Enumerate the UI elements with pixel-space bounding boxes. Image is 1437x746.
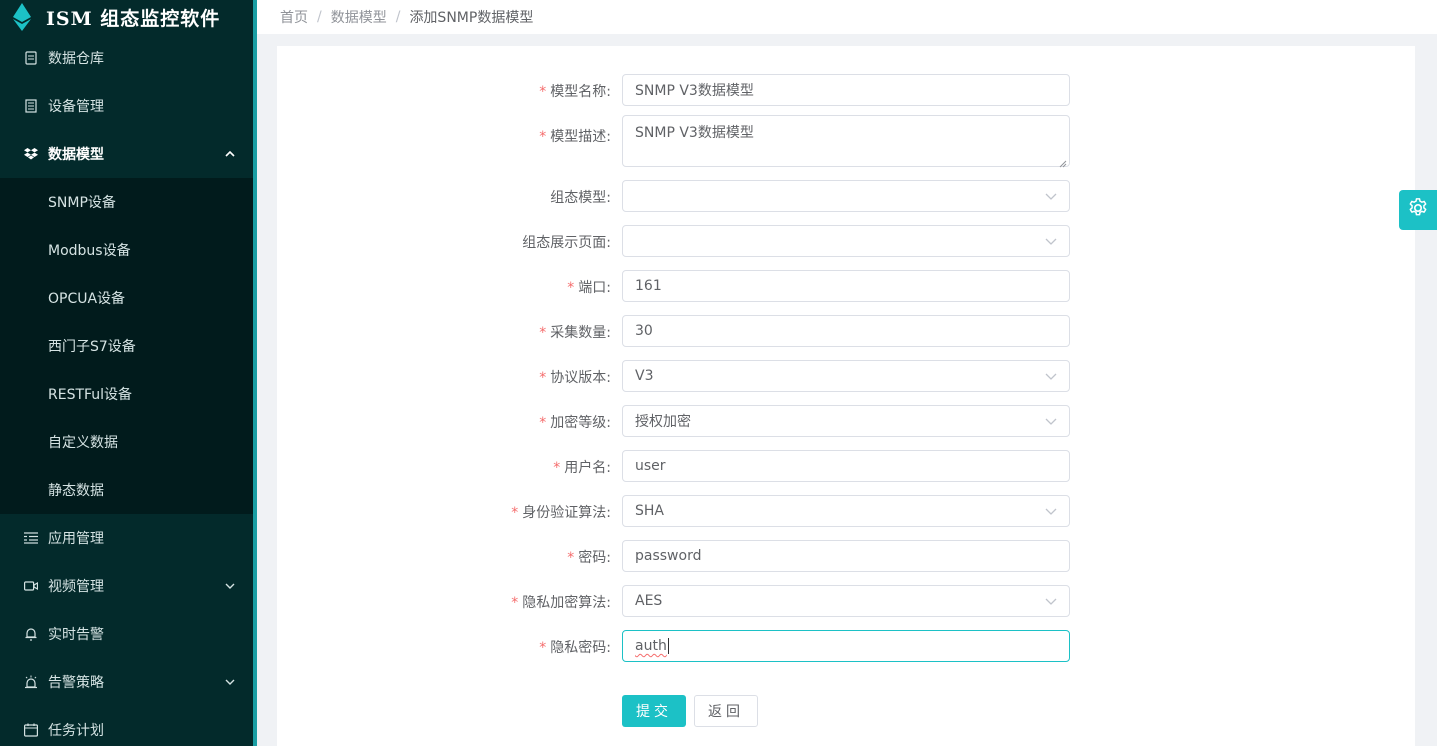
submenu-data-model: SNMP设备 Modbus设备 OPCUA设备 西门子S7设备 RESTFul设… (0, 178, 253, 514)
database-icon (24, 51, 38, 65)
sidebar-item-label: 告警策略 (48, 675, 104, 691)
sidebar-item-label: 数据模型 (48, 147, 104, 163)
label-collect-count: * 采集数量: (539, 325, 611, 341)
privacy-password-input[interactable]: auth (622, 630, 1070, 662)
sidebar-item-video-management[interactable]: 视频管理 (0, 562, 253, 610)
sidebar: ISM 组态监控软件 数据仓库 设备管理 数据模型 SNMP设备 Modbus设… (0, 0, 253, 746)
breadcrumb-separator: / (317, 9, 322, 25)
label-config-page: 组态展示页面: (522, 235, 611, 251)
sidebar-item-data-warehouse[interactable]: 数据仓库 (0, 34, 253, 82)
sidebar-item-label: 实时告警 (48, 627, 104, 643)
sidebar-item-device-management[interactable]: 设备管理 (0, 82, 253, 130)
label-config-model: 组态模型: (550, 190, 611, 206)
config-page-select[interactable] (622, 225, 1070, 257)
config-model-select[interactable] (622, 180, 1070, 212)
security-level-select[interactable]: 授权加密 (622, 405, 1070, 437)
privacy-algorithm-select[interactable]: AES (622, 585, 1070, 617)
dropbox-icon (24, 147, 38, 161)
label-privacy-password: * 隐私密码: (539, 640, 611, 656)
chevron-up-icon (225, 149, 235, 159)
sidebar-item-siemens-s7[interactable]: 西门子S7设备 (0, 322, 253, 370)
app-logo[interactable]: ISM 组态监控软件 (0, 0, 253, 34)
breadcrumb-current: 添加SNMP数据模型 (409, 10, 534, 26)
sidebar-item-label: 应用管理 (48, 531, 104, 547)
sidebar-item-static-data[interactable]: 静态数据 (0, 466, 253, 514)
breadcrumb-home[interactable]: 首页 (280, 7, 308, 27)
chevron-down-icon (225, 581, 235, 591)
list-icon (24, 531, 38, 545)
sidebar-item-opcua[interactable]: OPCUA设备 (0, 274, 253, 322)
sidebar-item-app-management[interactable]: 应用管理 (0, 514, 253, 562)
label-port: * 端口: (567, 280, 611, 296)
chevron-down-icon (1045, 190, 1057, 202)
breadcrumb-separator: / (395, 9, 401, 25)
text-caret (667, 638, 669, 654)
sidebar-item-label: 视频管理 (48, 579, 104, 595)
calendar-icon (24, 723, 38, 737)
label-password: * 密码: (567, 550, 611, 566)
auth-algorithm-select[interactable]: SHA (622, 495, 1070, 527)
video-icon (24, 579, 38, 593)
sidebar-item-label: 任务计划 (48, 723, 104, 739)
label-privacy-algorithm: * 隐私加密算法: (511, 595, 611, 611)
sidebar-item-modbus[interactable]: Modbus设备 (0, 226, 253, 274)
collect-count-input[interactable]: 30 (622, 315, 1070, 347)
label-model-name: * 模型名称: (539, 84, 611, 100)
sidebar-divider (253, 0, 257, 746)
sidebar-item-snmp[interactable]: SNMP设备 (0, 178, 253, 226)
port-input[interactable]: 161 (622, 270, 1070, 302)
protocol-version-select[interactable]: V3 (622, 360, 1070, 392)
chevron-down-icon (1045, 370, 1057, 382)
submit-button[interactable]: 提交 (622, 695, 686, 727)
username-input[interactable]: user (622, 450, 1070, 482)
alarm-icon (24, 675, 38, 689)
ethereum-logo-icon (12, 2, 32, 32)
breadcrumb: 首页 / 数据模型 / 添加SNMP数据模型 (257, 0, 1437, 34)
chevron-down-icon (1045, 235, 1057, 247)
label-model-desc: * 模型描述: (539, 129, 611, 145)
sidebar-item-realtime-alarm[interactable]: 实时告警 (0, 610, 253, 658)
sidebar-item-task-plan[interactable]: 任务计划 (0, 706, 253, 746)
resize-grip-icon[interactable] (1059, 156, 1067, 168)
gear-icon (1407, 197, 1429, 223)
app-title: ISM 组态监控软件 (46, 7, 221, 30)
device-icon (24, 99, 38, 113)
label-auth-algorithm: * 身份验证算法: (511, 505, 611, 521)
settings-button[interactable] (1399, 190, 1437, 230)
label-protocol-version: * 协议版本: (539, 370, 611, 386)
bell-icon (24, 627, 38, 641)
sidebar-item-custom-data[interactable]: 自定义数据 (0, 418, 253, 466)
form-card: * 模型名称: SNMP V3数据模型 * 模型描述: SNMP V3数据模型 组态… (277, 46, 1415, 746)
model-name-input[interactable]: SNMP V3数据模型 (622, 74, 1070, 106)
chevron-down-icon (225, 677, 235, 687)
chevron-down-icon (1045, 595, 1057, 607)
chevron-down-icon (1045, 505, 1057, 517)
back-button[interactable]: 返回 (694, 695, 758, 727)
sidebar-item-alarm-policy[interactable]: 告警策略 (0, 658, 253, 706)
sidebar-item-label: 数据仓库 (48, 51, 104, 67)
password-input[interactable]: password (622, 540, 1070, 572)
model-desc-textarea[interactable]: SNMP V3数据模型 (622, 115, 1070, 168)
label-security-level: * 加密等级: (539, 415, 611, 431)
chevron-down-icon (1045, 415, 1057, 427)
sidebar-item-data-model[interactable]: 数据模型 (0, 130, 253, 178)
sidebar-item-label: 设备管理 (48, 99, 104, 115)
label-username: * 用户名: (553, 460, 611, 476)
sidebar-item-restful[interactable]: RESTFul设备 (0, 370, 253, 418)
breadcrumb-data-model[interactable]: 数据模型 (331, 7, 387, 27)
